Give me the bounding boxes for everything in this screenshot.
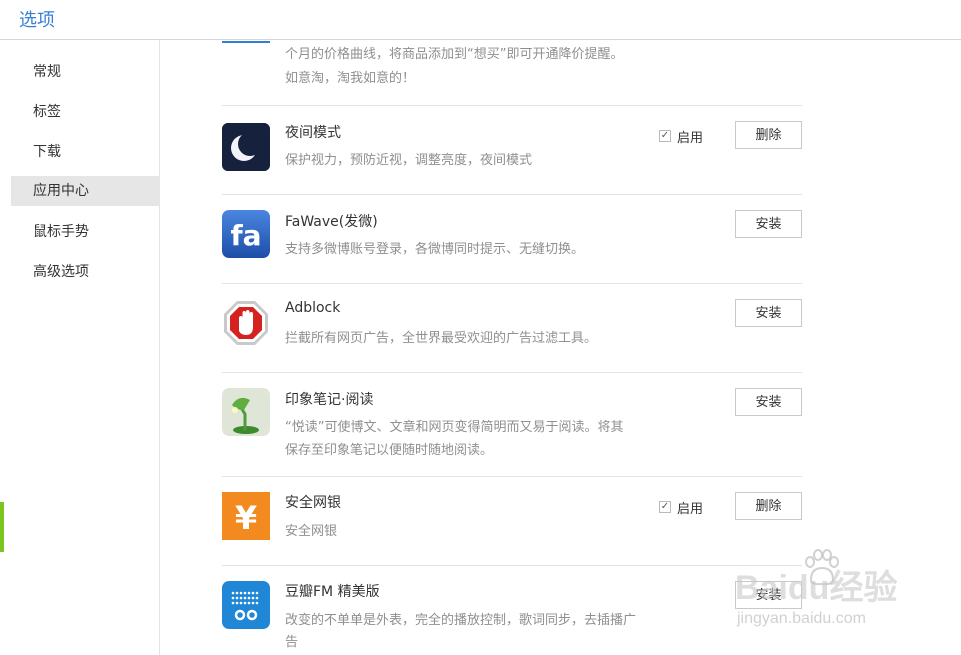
radio-icon (222, 581, 270, 629)
divider (222, 476, 802, 477)
sidebar-item-advanced[interactable]: 高级选项 (11, 257, 160, 287)
moon-icon (222, 123, 270, 171)
extension-name: Adblock (285, 300, 341, 316)
extension-description: 保存至印象笔记以便随时随地阅读。 (285, 443, 494, 458)
sidebar-item-app-center[interactable]: 应用中心 (11, 176, 160, 206)
remove-button[interactable]: 删除 (735, 492, 802, 520)
install-button[interactable]: 安装 (735, 581, 802, 609)
divider (222, 283, 802, 284)
svg-text:¥: ¥ (235, 499, 257, 537)
options-header: 选项 (0, 0, 961, 40)
extension-description: 如意淘，淘我如意的！ (285, 71, 416, 86)
page-title: 选项 (19, 10, 55, 31)
svg-text:fa: fa (230, 219, 261, 252)
extension-description: 个月的价格曲线，将商品添加到“想买”即可开通降价提醒。 (285, 47, 624, 62)
extension-name: 豆瓣FM 精美版 (285, 584, 380, 600)
divider (222, 372, 802, 373)
install-button[interactable]: 安装 (735, 388, 802, 416)
extension-name: 印象笔记·阅读 (285, 392, 374, 408)
sidebar-item-tabs[interactable]: 标签 (11, 97, 160, 127)
remove-button[interactable]: 删除 (735, 121, 802, 149)
extension-description: 改变的不单单是外表，完全的播放控制，歌词同步，去插播广 (285, 613, 637, 628)
truncated-icon (222, 41, 270, 43)
enable-checkbox[interactable]: ✓ (659, 501, 671, 513)
extension-description: 告 (285, 635, 299, 650)
sidebar-item-downloads[interactable]: 下载 (11, 137, 160, 167)
left-accent-marker (0, 502, 4, 552)
yen-icon: ¥ (222, 492, 270, 540)
enable-label: 启用 (677, 502, 704, 517)
enable-label: 启用 (677, 131, 704, 146)
divider (222, 565, 802, 566)
extension-name: 夜间模式 (285, 125, 341, 141)
extension-description: 拦截所有网页广告，全世界最受欢迎的广告过滤工具。 (285, 331, 598, 346)
sidebar-item-mouse-gestures[interactable]: 鼠标手势 (11, 217, 160, 247)
desk-lamp-icon (222, 388, 270, 436)
enable-checkbox[interactable]: ✓ (659, 130, 671, 142)
adblock-hand-icon (222, 299, 270, 347)
extension-name: 安全网银 (285, 495, 341, 511)
extension-description: “悦读”可使博文、文章和网页变得简明而又易于阅读。将其 (285, 420, 624, 435)
extension-name: FaWave(发微) (285, 214, 378, 230)
extension-description: 保护视力，预防近视，调整亮度，夜间模式 (285, 153, 533, 168)
fawave-icon: fa (222, 210, 270, 258)
divider (222, 105, 802, 106)
install-button[interactable]: 安装 (735, 210, 802, 238)
sidebar-item-general[interactable]: 常规 (11, 57, 160, 87)
divider (222, 194, 802, 195)
install-button[interactable]: 安装 (735, 299, 802, 327)
extension-list: 个月的价格曲线，将商品添加到“想买”即可开通降价提醒。 如意淘，淘我如意的！ 夜… (161, 41, 961, 655)
extension-description: 支持多微博账号登录，各微博同时提示、无缝切换。 (285, 242, 585, 257)
extension-description: 安全网银 (285, 524, 338, 539)
sidebar: 常规 标签 下载 应用中心 鼠标手势 高级选项 (0, 40, 160, 655)
